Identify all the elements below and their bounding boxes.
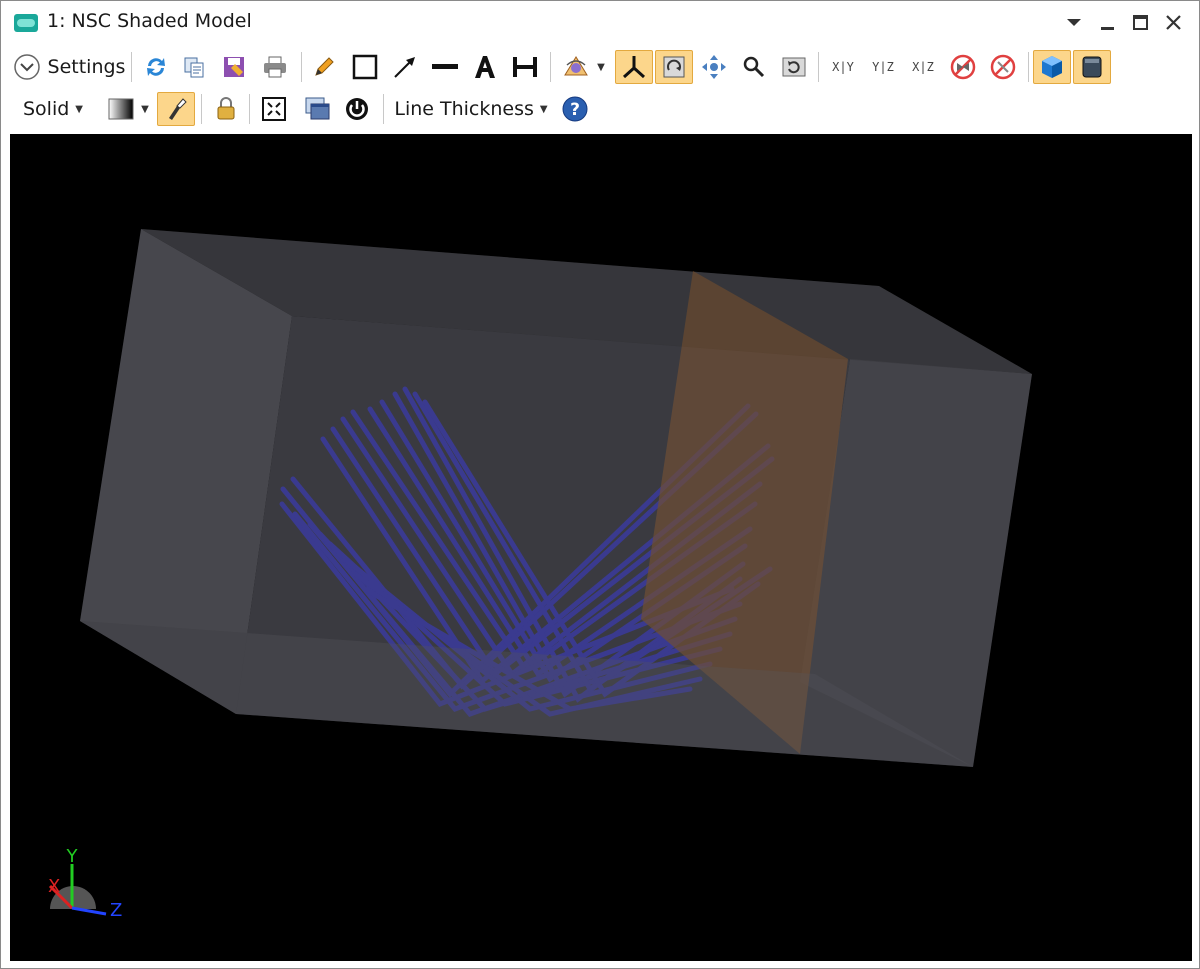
triad-z-label: Z (110, 900, 122, 921)
toolbar-separator (249, 94, 250, 124)
toolbar-row-1: Settings ▼ X|Y Y|Z X|Z (1, 46, 1199, 88)
magnifier-icon (743, 56, 765, 78)
hide-objects-button[interactable] (985, 50, 1021, 84)
line-thickness-label: Line Thickness (394, 98, 534, 120)
toolbar-separator (550, 52, 551, 82)
draw-pencil-button[interactable] (307, 50, 341, 84)
rotate-view-icon (663, 56, 685, 78)
color-gradient-dropdown[interactable]: ▼ (101, 92, 155, 126)
view-yz-label: Y|Z (872, 60, 894, 74)
zoom-button[interactable] (737, 50, 771, 84)
axes-view-toggle[interactable] (615, 50, 653, 84)
rotate-axes-icon (564, 56, 589, 76)
help-button[interactable]: ? (557, 92, 593, 126)
hide-rays-button[interactable] (945, 50, 981, 84)
copy-icon (184, 57, 204, 78)
view-xz-button[interactable]: X|Z (905, 50, 941, 84)
title-bar: 1: NSC Shaded Model (1, 1, 1199, 43)
refresh-icon (147, 58, 165, 76)
chevron-down-icon: ▼ (75, 103, 83, 115)
text-icon (475, 56, 495, 78)
chevron-down-circle-icon (13, 54, 40, 80)
draw-rectangle-button[interactable] (347, 50, 383, 84)
power-button[interactable] (339, 92, 375, 126)
background-toggle[interactable] (1073, 50, 1111, 84)
chevron-down-icon: ▼ (539, 103, 548, 115)
update-button[interactable] (139, 50, 173, 84)
lock-button[interactable] (209, 92, 243, 126)
render-mode-dropdown[interactable]: Solid ▼ (13, 92, 93, 126)
line-icon (432, 64, 458, 69)
save-icon (224, 57, 244, 77)
chevron-down-icon: ▼ (597, 61, 605, 73)
new-window-button[interactable] (299, 92, 335, 126)
toolbar-separator (131, 52, 132, 82)
settings-button[interactable]: Settings (11, 50, 127, 84)
window-title: 1: NSC Shaded Model (47, 10, 252, 32)
window-menu-dropdown-icon[interactable] (1061, 9, 1087, 35)
draw-text-button[interactable] (467, 50, 503, 84)
axis-triad: Y X Z (48, 846, 122, 921)
dimension-button[interactable] (507, 50, 543, 84)
printer-icon (264, 56, 286, 78)
view-xy-label: X|Y (832, 60, 854, 74)
save-button[interactable] (217, 50, 251, 84)
fit-frame-icon (262, 97, 286, 121)
line-thickness-dropdown[interactable]: Line Thickness ▼ (391, 92, 551, 126)
print-button[interactable] (257, 50, 293, 84)
no-symbol-icon (990, 54, 1016, 80)
3d-viewport[interactable]: Y X Z (10, 134, 1192, 961)
pencil-icon (315, 57, 334, 76)
dimension-icon (513, 57, 537, 77)
app-icon (14, 14, 38, 32)
auto-rotate-toggle[interactable] (655, 50, 693, 84)
pan-button[interactable] (697, 50, 731, 84)
draw-arrow-button[interactable] (387, 50, 423, 84)
cylinder-icon (1082, 56, 1102, 78)
toolbar-separator (383, 94, 384, 124)
draw-line-button[interactable] (427, 50, 463, 84)
shaded-solid-toggle[interactable] (1033, 50, 1071, 84)
chevron-down-icon: ▼ (141, 103, 149, 115)
triad-x-label: X (48, 876, 60, 897)
toolbar-separator (201, 94, 202, 124)
render-mode-label: Solid (22, 98, 70, 120)
toolbar-separator (301, 52, 302, 82)
rotate-mode-dropdown[interactable]: ▼ (557, 50, 609, 84)
toolbar-separator (1028, 52, 1029, 82)
reset-view-button[interactable] (777, 50, 811, 84)
minimize-icon[interactable] (1094, 9, 1120, 35)
reset-view-icon (782, 57, 806, 77)
flashlight-icon (169, 98, 187, 120)
close-icon[interactable] (1160, 9, 1186, 35)
view-xy-button[interactable]: X|Y (825, 50, 861, 84)
no-fan-icon (950, 54, 976, 80)
svg-text:?: ? (570, 100, 580, 120)
fit-to-window-button[interactable] (256, 92, 292, 126)
arrow-icon (394, 57, 415, 78)
cube-icon (1042, 56, 1062, 78)
pan-arrows-icon (702, 55, 726, 79)
maximize-icon[interactable] (1127, 9, 1153, 35)
windows-icon (305, 97, 330, 120)
lock-icon (217, 97, 235, 120)
toolbar-row-2: Solid ▼ ▼ Line Thickness ▼ ? (1, 88, 1199, 130)
settings-label: Settings (47, 56, 126, 78)
gradient-icon (108, 98, 134, 120)
toolbar-separator (818, 52, 819, 82)
axes-triad-icon (622, 56, 646, 79)
view-xz-label: X|Z (912, 60, 934, 74)
lighting-toggle[interactable] (157, 92, 195, 126)
shaded-model-scene: Y X Z (48, 229, 1032, 921)
view-yz-button[interactable]: Y|Z (865, 50, 901, 84)
rectangle-icon (352, 54, 378, 80)
triad-y-label: Y (66, 846, 79, 867)
help-icon: ? (562, 96, 588, 122)
nsc-shaded-model-window: 1: NSC Shaded Model Settings ▼ X|Y Y|Z X… (0, 0, 1200, 969)
power-icon (346, 98, 368, 120)
copy-button[interactable] (177, 50, 211, 84)
